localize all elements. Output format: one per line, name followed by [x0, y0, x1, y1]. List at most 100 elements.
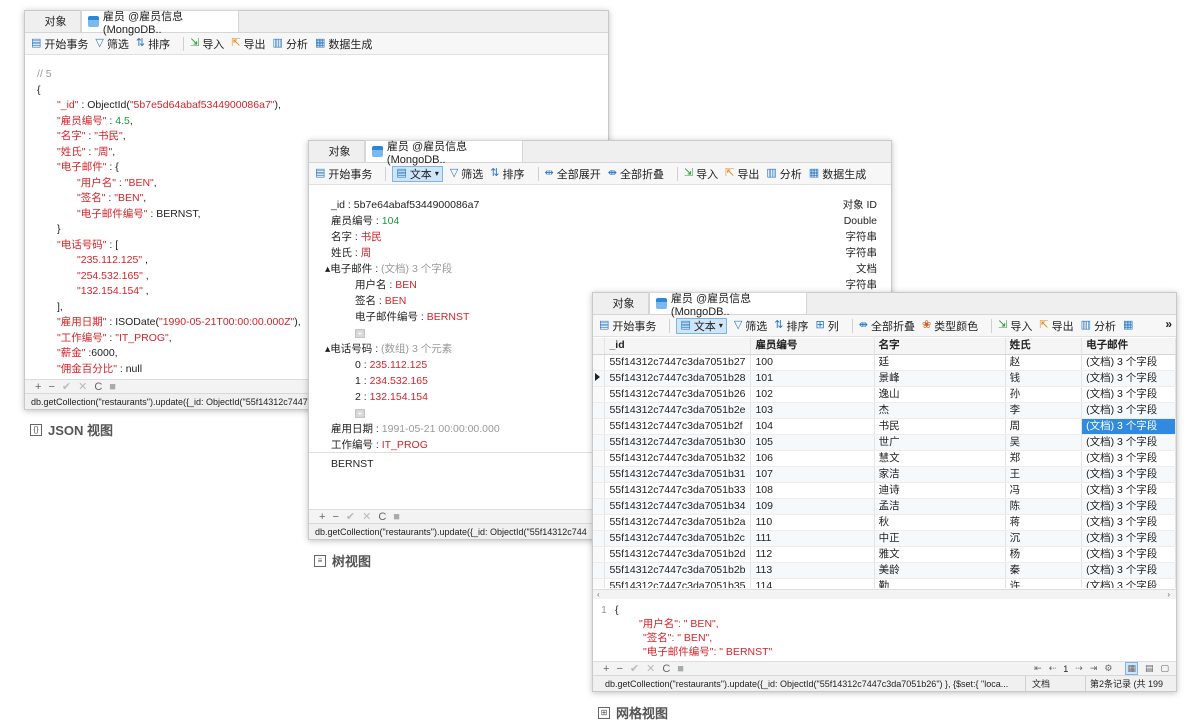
column-header[interactable]: 雇员编号: [750, 338, 875, 355]
first-page-icon[interactable]: ⇤: [1034, 663, 1042, 674]
table-cell[interactable]: 迪诗: [874, 482, 1006, 499]
begin-transaction-button[interactable]: ▤ 开始事务: [31, 36, 88, 52]
table-row[interactable]: 55f14312c7447c3da7051b30 105 世广吴 (文档) 3 个字段: [593, 434, 1176, 451]
table-cell[interactable]: 107: [750, 466, 875, 483]
stop-icon[interactable]: ■: [393, 511, 400, 523]
column-header[interactable]: 名字: [874, 338, 1006, 355]
column-header[interactable]: 电子邮件: [1081, 338, 1176, 355]
table-row[interactable]: 55f14312c7447c3da7051b2f 104 书民周 (文档) 3 个字段: [593, 418, 1176, 435]
table-cell[interactable]: (文档) 3 个字段: [1081, 466, 1176, 483]
row-gutter[interactable]: [593, 370, 606, 387]
table-cell[interactable]: 书民: [874, 418, 1006, 435]
table-cell[interactable]: 100: [750, 354, 875, 371]
table-cell[interactable]: 108: [750, 482, 875, 499]
close-icon[interactable]: ✕: [362, 510, 371, 523]
close-icon[interactable]: ✕: [78, 380, 87, 393]
filter-button[interactable]: ▽ 筛选: [95, 36, 128, 52]
grid-view-toggle-icon[interactable]: ▦: [1125, 662, 1138, 675]
export-button[interactable]: ⇱ 导出: [1039, 318, 1073, 334]
tab-collection[interactable]: 雇员 @雇员信息 (MongoDB..: [365, 140, 523, 166]
table-cell[interactable]: (文档) 3 个字段: [1081, 418, 1176, 435]
tree-row[interactable]: 姓氏 : 周 字符串: [309, 245, 891, 261]
analyze-button[interactable]: ▥ 分析: [273, 36, 308, 52]
refresh-icon[interactable]: C: [94, 381, 102, 393]
table-cell[interactable]: (文档) 3 个字段: [1081, 546, 1176, 563]
table-cell[interactable]: 钱: [1005, 370, 1083, 387]
table-cell[interactable]: 陈: [1005, 498, 1083, 515]
table-cell[interactable]: 105: [750, 434, 875, 451]
add-icon[interactable]: +: [35, 381, 41, 393]
page-number[interactable]: 1: [1063, 664, 1068, 674]
filter-button[interactable]: ▽ 筛选: [450, 166, 483, 182]
table-cell[interactable]: 103: [750, 402, 875, 419]
table-cell[interactable]: 逸山: [874, 386, 1006, 403]
collapse-all-button[interactable]: ⇼ 全部折叠: [608, 166, 664, 182]
table-cell[interactable]: 景峰: [874, 370, 1006, 387]
tab-objects[interactable]: 对象: [31, 10, 81, 32]
export-button[interactable]: ⇱ 导出: [725, 166, 759, 182]
table-cell[interactable]: 55f14312c7447c3da7051b27: [604, 354, 752, 371]
table-cell[interactable]: 111: [750, 530, 875, 547]
table-cell[interactable]: 113: [750, 562, 875, 579]
next-page-icon[interactable]: ⇢: [1075, 663, 1083, 674]
row-gutter[interactable]: [593, 562, 606, 579]
add-field-icon[interactable]: +: [355, 329, 365, 338]
table-cell[interactable]: 家洁: [874, 466, 1006, 483]
table-cell[interactable]: 世广: [874, 434, 1006, 451]
check-icon[interactable]: ✔: [346, 510, 355, 523]
table-cell[interactable]: 蒋: [1005, 514, 1083, 531]
check-icon[interactable]: ✔: [630, 662, 639, 675]
import-button[interactable]: ⇲ 导入: [190, 36, 224, 52]
row-gutter[interactable]: [593, 530, 606, 547]
table-cell[interactable]: 杰: [874, 402, 1006, 419]
last-page-icon[interactable]: ⇥: [1090, 663, 1098, 674]
table-cell[interactable]: 美龄: [874, 562, 1006, 579]
table-cell[interactable]: 55f14312c7447c3da7051b2d: [604, 546, 752, 563]
table-cell[interactable]: (文档) 3 个字段: [1081, 514, 1176, 531]
table-cell[interactable]: 孟洁: [874, 498, 1006, 515]
form-view-toggle-icon[interactable]: ▤: [1145, 663, 1154, 674]
table-cell[interactable]: 101: [750, 370, 875, 387]
table-cell[interactable]: (文档) 3 个字段: [1081, 450, 1176, 467]
stop-icon[interactable]: ■: [109, 381, 116, 393]
remove-icon[interactable]: −: [48, 381, 54, 393]
settings-icon[interactable]: ⚙: [1104, 663, 1112, 674]
table-cell[interactable]: 雅文: [874, 546, 1006, 563]
stop-icon[interactable]: ■: [677, 663, 684, 675]
refresh-icon[interactable]: C: [378, 511, 386, 523]
tree-row[interactable]: 用户名 : BEN 字符串: [309, 277, 891, 293]
table-cell[interactable]: (文档) 3 个字段: [1081, 370, 1176, 387]
begin-transaction-button[interactable]: ▤ 开始事务: [599, 318, 656, 334]
table-row[interactable]: 55f14312c7447c3da7051b28 101 景峰钱 (文档) 3 个字段: [593, 370, 1176, 387]
table-cell[interactable]: 赵: [1005, 354, 1083, 371]
table-cell[interactable]: (文档) 3 个字段: [1081, 402, 1176, 419]
table-cell[interactable]: 109: [750, 498, 875, 515]
type-color-button[interactable]: ❀ 类型颜色: [922, 318, 978, 334]
table-cell[interactable]: 106: [750, 450, 875, 467]
table-row[interactable]: 55f14312c7447c3da7051b27 100 廷赵 (文档) 3 个字段: [593, 354, 1176, 371]
import-button[interactable]: ⇲ 导入: [684, 166, 718, 182]
column-header[interactable]: _id: [604, 338, 752, 355]
table-cell[interactable]: (文档) 3 个字段: [1081, 386, 1176, 403]
table-row[interactable]: 55f14312c7447c3da7051b2d 112 雅文杨 (文档) 3 个字段: [593, 546, 1176, 563]
text-view-button[interactable]: ▤ 文本 ▾: [676, 317, 727, 334]
row-gutter[interactable]: [593, 498, 606, 515]
tree-row[interactable]: 名字 : 书民 字符串: [309, 229, 891, 245]
table-cell[interactable]: 中正: [874, 530, 1006, 547]
table-row[interactable]: 55f14312c7447c3da7051b34 109 孟洁陈 (文档) 3 个字段: [593, 498, 1176, 515]
text-view-button[interactable]: ▤ 文本 ▾: [392, 165, 443, 182]
table-cell[interactable]: 55f14312c7447c3da7051b2c: [604, 530, 752, 547]
close-icon[interactable]: ✕: [646, 662, 655, 675]
table-cell[interactable]: 55f14312c7447c3da7051b34: [604, 498, 752, 515]
row-gutter[interactable]: [593, 482, 606, 499]
table-cell[interactable]: 112: [750, 546, 875, 563]
tab-collection[interactable]: 雇员 @雇员信息 (MongoDB..: [81, 10, 239, 36]
analyze-button[interactable]: ▥ 分析: [1081, 318, 1116, 334]
table-cell[interactable]: 55f14312c7447c3da7051b33: [604, 482, 752, 499]
horizontal-scrollbar[interactable]: ‹ ›: [593, 589, 1176, 599]
json-detail-editor[interactable]: 1{"用户名": " BEN", "签名": " BEN", "电子邮件编号": "…: [593, 603, 1176, 657]
table-cell[interactable]: 王: [1005, 466, 1083, 483]
data-generation-button[interactable]: ▦ 数据生成: [809, 166, 866, 182]
table-cell[interactable]: 55f14312c7447c3da7051b31: [604, 466, 752, 483]
sort-button[interactable]: ⇅ 排序: [774, 318, 808, 334]
